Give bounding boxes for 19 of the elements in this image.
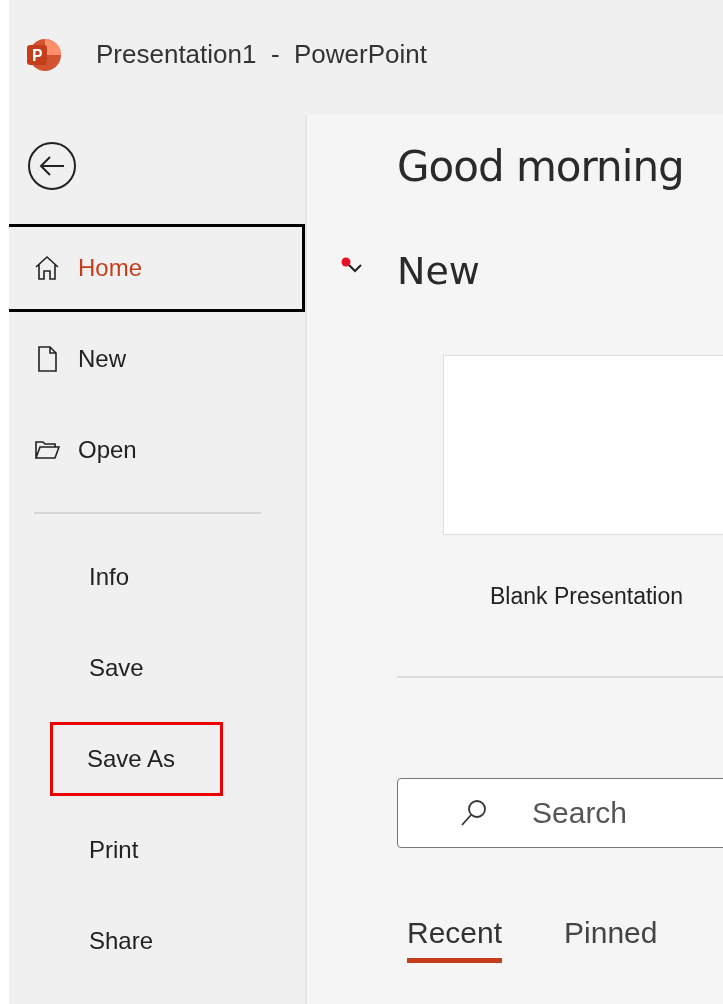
tab[interactable]: Pinned xyxy=(564,916,658,963)
sidebar-item[interactable]: Print xyxy=(9,804,139,895)
window-title: Presentation1 - PowerPoint xyxy=(96,39,427,70)
sidebar-item[interactable]: Info xyxy=(9,531,130,622)
blank-presentation-thumbnail[interactable] xyxy=(443,355,723,535)
sidebar-item[interactable]: Save xyxy=(9,622,144,713)
app-logo-icon xyxy=(25,36,61,73)
greeting-heading: Good morning xyxy=(397,142,685,191)
search-field[interactable]: Search xyxy=(397,778,723,848)
sidebar-item[interactable]: Share xyxy=(9,895,154,986)
template-label: Blank Presentation xyxy=(490,583,684,610)
search-icon xyxy=(459,798,489,828)
home-icon xyxy=(34,254,60,281)
sidebar-item[interactable]: Save As xyxy=(53,724,221,793)
back-button[interactable] xyxy=(27,141,77,191)
sidebar-item[interactable]: Open xyxy=(9,404,137,495)
section-heading: New xyxy=(397,249,480,293)
tab[interactable]: Recent xyxy=(407,916,503,963)
sidebar-item[interactable]: New xyxy=(9,313,126,404)
